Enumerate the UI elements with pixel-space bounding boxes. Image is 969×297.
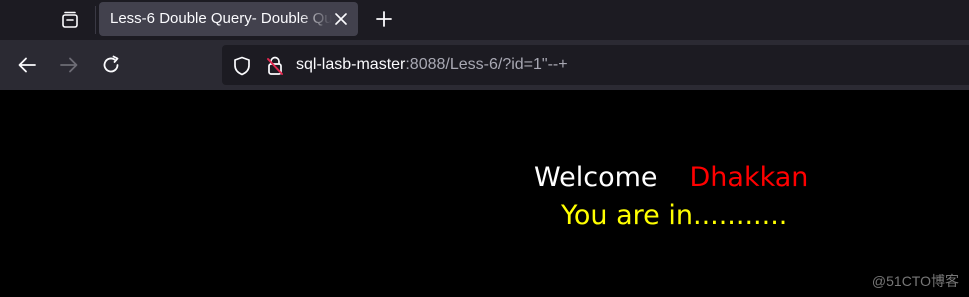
tab-manager-icon[interactable] xyxy=(56,6,84,34)
welcome-text: Welcome xyxy=(534,162,658,193)
page-content: Welcome Dhakkan You are in........... @51… xyxy=(0,90,969,297)
status-message: You are in........... xyxy=(561,200,788,231)
address-bar[interactable]: sql-lasb-master:8088/Less-6/?id=1"--+ xyxy=(222,45,969,85)
insecure-lock-icon[interactable] xyxy=(265,56,285,76)
plus-icon[interactable] xyxy=(372,6,396,32)
forward-arrow-icon[interactable] xyxy=(57,53,81,77)
close-icon[interactable] xyxy=(332,10,350,28)
welcome-line: Welcome Dhakkan xyxy=(534,162,808,193)
user-name-text: Dhakkan xyxy=(689,162,809,193)
url-host: sql-lasb-master xyxy=(296,56,406,73)
back-arrow-icon[interactable] xyxy=(15,53,39,77)
tab-active[interactable]: Less-6 Double Query- Double Quotes- Stri… xyxy=(99,2,358,36)
tab-title: Less-6 Double Query- Double Quotes- Stri… xyxy=(110,10,332,27)
shield-icon[interactable] xyxy=(232,56,252,76)
reload-icon[interactable] xyxy=(99,53,123,77)
tab-bar: Less-6 Double Query- Double Quotes- Stri… xyxy=(0,0,969,40)
url-text[interactable]: sql-lasb-master:8088/Less-6/?id=1"--+ xyxy=(296,56,568,74)
url-path: :8088/Less-6/?id=1"--+ xyxy=(405,56,568,73)
watermark: @51CTO博客 xyxy=(871,273,959,289)
tab-divider xyxy=(95,6,96,34)
